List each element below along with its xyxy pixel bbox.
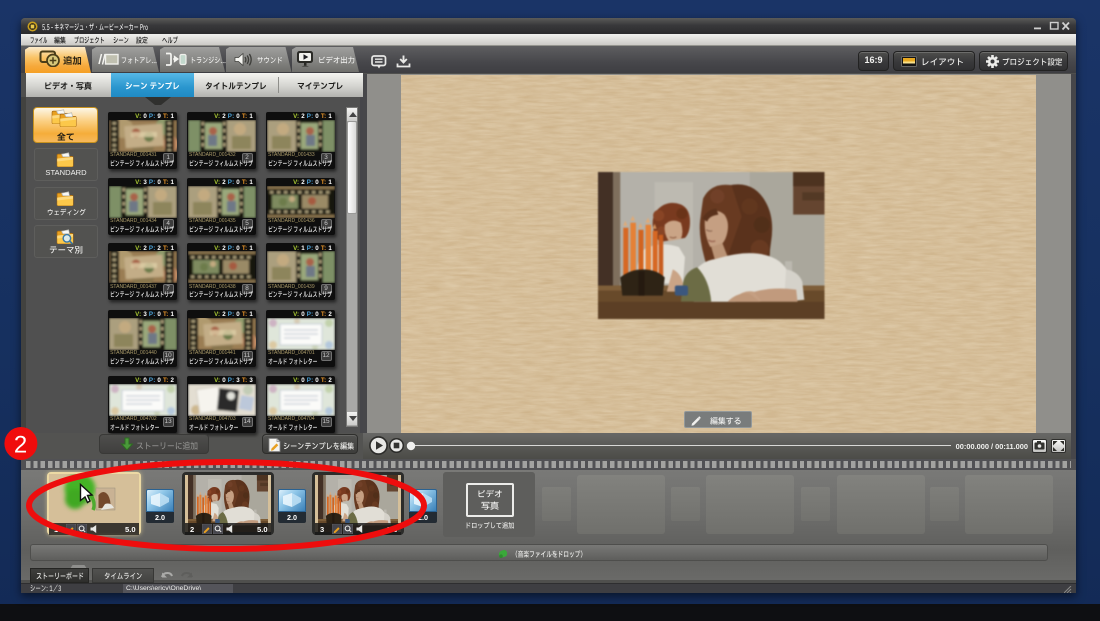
- svg-text:2: 2: [14, 431, 27, 458]
